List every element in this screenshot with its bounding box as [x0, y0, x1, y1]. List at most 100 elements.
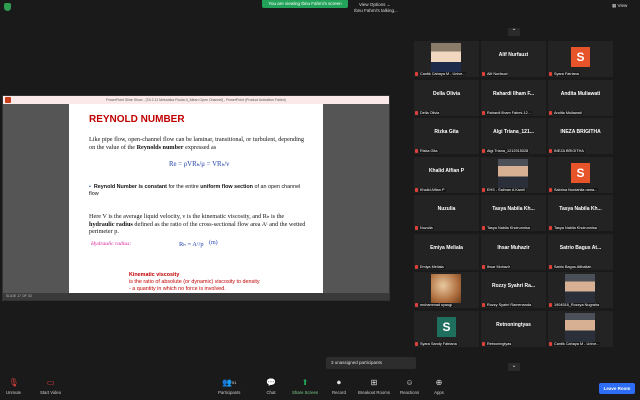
- microphone-muted-icon: [549, 264, 552, 269]
- microphone-muted-icon: [482, 110, 485, 115]
- microphone-muted-icon: [549, 72, 552, 76]
- participant-tile[interactable]: Emiya Meliala Emiya Meliala: [414, 233, 479, 270]
- microphone-muted-icon: [482, 226, 485, 230]
- kv-line-1: is the ratio of absolute (or dynamic) vi…: [129, 279, 260, 286]
- participant-display-name: Ihsar Muhazir: [497, 244, 530, 251]
- participant-display-name: Della Olivia: [433, 90, 460, 97]
- participant-label: Syara Sandy Fatriana: [415, 341, 458, 346]
- participant-tile[interactable]: muhammad syaugi: [414, 272, 479, 308]
- presentation-window-title: PowerPoint Slide Show - [TA 2.11 Mekanik…: [3, 96, 389, 104]
- participant-tile[interactable]: Rizka Gita Rizka Gita: [414, 118, 479, 154]
- participant-tile[interactable]: Rahardi Ilham F... Rahardi Ilham Fahmi-12…: [481, 79, 546, 116]
- breakout-rooms-button[interactable]: ⊞ Breakout Rooms: [358, 378, 390, 395]
- gallery-prev-button[interactable]: ⌃: [508, 28, 520, 36]
- participant-display-name: Rahardi Ilham F...: [492, 90, 535, 97]
- participant-name-label: muhammad syaugi: [419, 303, 454, 307]
- participant-label: Sabrina Nurdahlia rama...: [549, 187, 599, 192]
- unmute-button[interactable]: 🎙 Unmute: [6, 378, 21, 395]
- participants-icon: 👥 51: [222, 378, 237, 387]
- participant-name-label: 1904518_Rozzya Nugraha: [553, 303, 601, 307]
- participant-video: [565, 312, 595, 342]
- shared-screen: PowerPoint Slide Show - [TA 2.11 Mekanik…: [2, 95, 390, 301]
- participant-tile[interactable]: Khalid Alfian P Khalid Alfian P: [414, 156, 479, 193]
- participant-tile[interactable]: INEZA BRIGITHA INEZA BRIGITHA: [548, 118, 613, 154]
- unassigned-participants-notice[interactable]: 3 unassigned participants: [326, 357, 416, 369]
- participant-tile[interactable]: 1904518_Rozzya Nugraha: [548, 272, 613, 308]
- participant-video: [431, 274, 461, 303]
- participant-tile[interactable]: S Syara Sandy Fatriana: [414, 310, 479, 347]
- microphone-muted-icon: [415, 303, 418, 307]
- participant-display-name: Satrio Bagus At...: [559, 244, 602, 251]
- participant-tile[interactable]: Cantik Cahaya M - Unive...: [548, 310, 613, 347]
- participant-tile[interactable]: Cantik Cahaya M - Unive...: [414, 41, 479, 77]
- participant-display-name: Nuzulia: [437, 206, 456, 212]
- participant-tile[interactable]: Ihsar Muhazir Ihsar Muhazir: [481, 233, 546, 270]
- participant-label: Cantik Cahaya M - Unive...: [549, 341, 601, 346]
- slide-paragraph-1: Like pipe flow, open-channel flow can be…: [89, 136, 311, 151]
- powerpoint-icon: [5, 97, 11, 103]
- participants-button[interactable]: 👥 51 Participants: [218, 378, 240, 395]
- microphone-muted-icon: [415, 226, 418, 230]
- slide-title: REYNOLD NUMBER: [89, 114, 185, 125]
- participant-name-label: Tasya Nabila Khoirunnisa: [553, 226, 598, 230]
- participant-video: [498, 158, 528, 188]
- participant-tile[interactable]: Algi Triana_121... Algi Triana_1212915028: [481, 118, 546, 154]
- participant-name-label: Algi Triana_1212915028: [486, 149, 530, 153]
- participant-display-name: Algi Triana_121...: [493, 129, 534, 135]
- participant-tile[interactable]: Retnoningtyas Retnoningtyas: [481, 310, 546, 347]
- microphone-muted-icon: [415, 72, 418, 76]
- participant-name-label: Khalid Alfian P: [419, 187, 446, 192]
- participant-name-label: Satrio Bagus Atthallah: [553, 264, 593, 269]
- reynolds-formula: Re = ρVRₕ/μ = VRₕ/ν: [169, 161, 230, 168]
- slide: REYNOLD NUMBER Like pipe flow, open-chan…: [69, 104, 323, 293]
- participant-tile[interactable]: EHS - Salman A Kamil: [481, 156, 546, 193]
- participant-avatar: S: [571, 47, 590, 67]
- bullet-bold-1: Reynold Number is constant: [93, 184, 167, 190]
- leave-room-button[interactable]: Leave Room: [599, 383, 635, 394]
- slide-bullet: • Reynold Number is constant for the ent…: [89, 184, 311, 197]
- participant-label: Cantik Cahaya M - Unive...: [415, 72, 467, 76]
- participant-display-name: Rizka Gita: [434, 129, 459, 135]
- security-shield-icon[interactable]: [4, 3, 11, 11]
- share-screen-button[interactable]: ⬆ Share Screen: [292, 378, 318, 395]
- microphone-muted-icon: [415, 149, 418, 153]
- participant-tile[interactable]: Satrio Bagus At... Satrio Bagus Atthallah: [548, 233, 613, 270]
- reactions-button[interactable]: ☺ Reactions: [400, 378, 419, 395]
- participant-label: Nuzulia: [415, 226, 434, 230]
- apps-button[interactable]: ⊕ Apps: [434, 378, 444, 395]
- microphone-muted-icon: [415, 264, 418, 269]
- participant-tile[interactable]: Della Olivia Della Olivia: [414, 79, 479, 116]
- participant-label: Rozzy Syahri Ramenanda: [482, 303, 533, 307]
- microphone-muted-icon: [415, 110, 418, 115]
- participant-name-label: Cantik Cahaya M - Unive...: [419, 72, 467, 76]
- participant-name-label: Retnoningtyas: [486, 341, 513, 346]
- participant-name-label: EHS - Salman A Kamil: [486, 187, 526, 192]
- microphone-muted-icon: [415, 187, 418, 192]
- meeting-toolbar: 🎙 Unmute ▭ Start Video 👥 51 Participants …: [0, 376, 640, 400]
- participant-tile[interactable]: Tasya Nabila Kh... Tasya Nabila Khoirunni…: [548, 195, 613, 231]
- view-button[interactable]: ▦ View: [612, 3, 627, 9]
- participant-name-label: Syara Fatriana: [553, 72, 580, 76]
- participant-tile[interactable]: S Sabrina Nurdahlia rama...: [548, 156, 613, 193]
- start-video-button[interactable]: ▭ Start Video: [40, 378, 61, 395]
- bullet-dot: •: [89, 184, 93, 190]
- apps-icon: ⊕: [435, 378, 443, 387]
- participant-name-label: Andita Muliawati: [553, 110, 583, 115]
- participant-tile[interactable]: Nuzulia Nuzulia: [414, 195, 479, 231]
- participant-label: Ihsar Muhazir: [482, 264, 512, 269]
- participant-tile[interactable]: Alif Nurfauzi Alif Nurfauzi: [481, 41, 546, 77]
- participant-tile[interactable]: Andita Muliawati Andita Muliawati: [548, 79, 613, 116]
- record-button[interactable]: ⏺ Record: [332, 378, 346, 396]
- talking-indicator: Ibnu Fahmi's talking...: [354, 8, 398, 13]
- participant-label: Emiya Meliala: [415, 264, 445, 269]
- participant-label: Khalid Alfian P: [415, 187, 446, 192]
- participant-avatar: S: [571, 162, 590, 183]
- chat-button[interactable]: 💬 Chat: [266, 378, 276, 395]
- participant-tile[interactable]: Rozzy Syahri Ra... Rozzy Syahri Ramenanda: [481, 272, 546, 308]
- participant-display-name: Khalid Alfian P: [428, 167, 465, 174]
- participant-tile[interactable]: S Syara Fatriana: [548, 41, 613, 77]
- participant-tile[interactable]: Tasya Nabila Kh... Tasya Nabila Khoirunni…: [481, 195, 546, 231]
- participant-display-name: Retnoningtyas: [496, 321, 531, 328]
- gallery-next-button[interactable]: ⌄: [508, 363, 520, 371]
- participant-display-name: INEZA BRIGITHA: [560, 129, 601, 135]
